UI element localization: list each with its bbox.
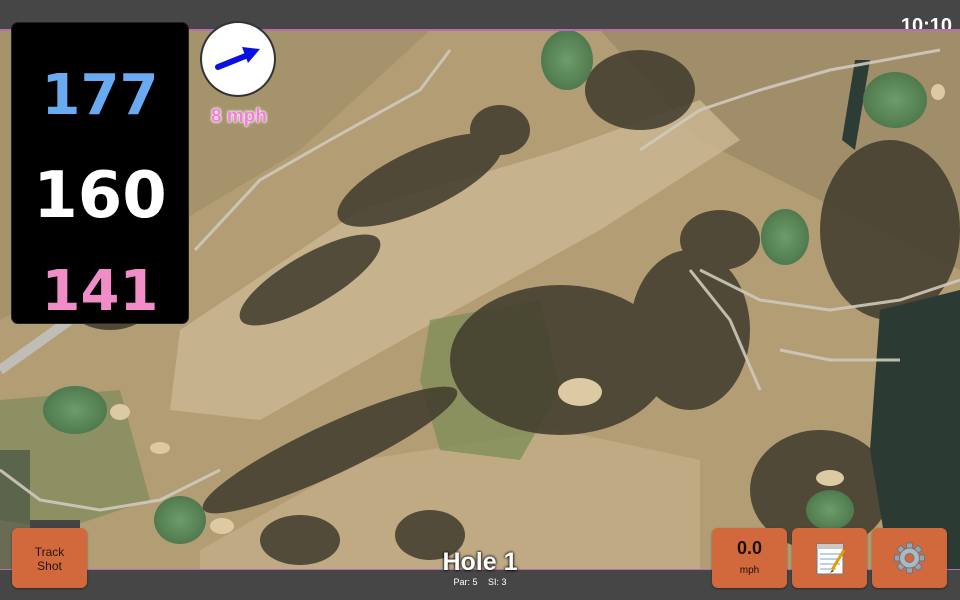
gear-icon <box>894 542 925 574</box>
yardage-front: 141 <box>41 259 159 324</box>
yardage-back: 177 <box>41 63 159 128</box>
wind-speed-button[interactable]: 0.0 mph <box>712 528 787 588</box>
settings-button[interactable] <box>872 528 947 588</box>
track-shot-label-line1: Track <box>34 545 65 559</box>
wind-speed-value: 0.0 <box>736 538 763 558</box>
wind-arrow-icon <box>215 47 260 70</box>
golf-gps-screen: 10:10 177 160 141 8 mph Track Shot Hole … <box>0 0 960 600</box>
yardage-middle: 160 <box>33 159 167 233</box>
hole-stroke-index: SI: 3 <box>488 577 507 587</box>
hole-details: Par: 5 SI: 3 <box>380 577 580 587</box>
wind-speed-unit: mph <box>739 565 760 576</box>
yardage-panel: 177 160 141 <box>12 23 188 324</box>
notepad-icon <box>816 543 846 575</box>
hole-par: Par: 5 <box>453 577 478 587</box>
hole-title: Hole 1 <box>442 548 518 576</box>
track-shot-label-line2: Shot <box>37 559 62 573</box>
wind-direction-indicator <box>202 23 274 95</box>
track-shot-button[interactable]: Track Shot <box>12 528 87 588</box>
notes-button[interactable] <box>792 528 867 588</box>
wind-speed-label: 8 mph <box>211 106 267 127</box>
